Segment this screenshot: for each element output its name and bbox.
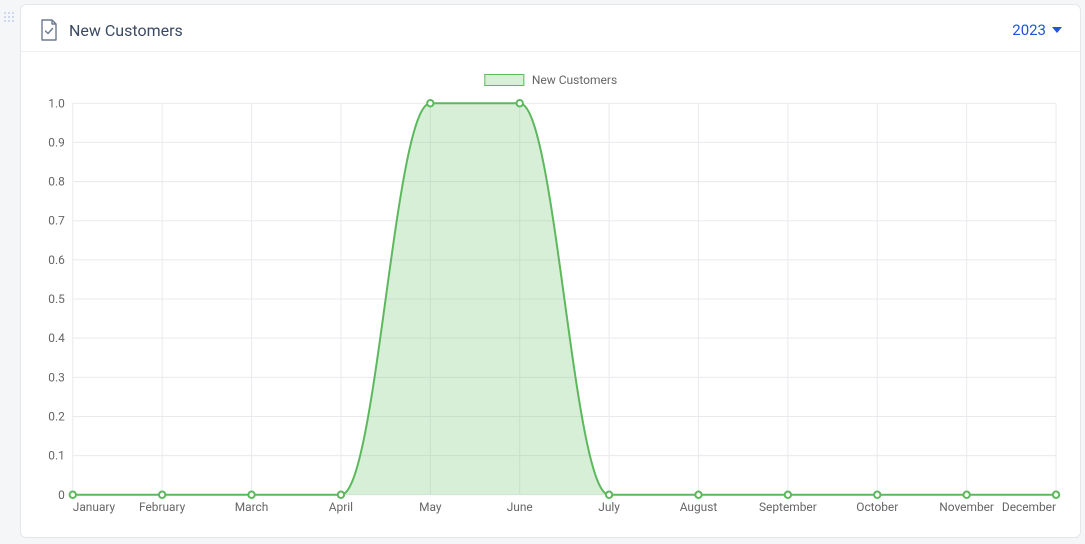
- card-title-wrap: New Customers: [39, 19, 183, 41]
- svg-text:February: February: [139, 500, 186, 514]
- chart-legend: New Customers: [484, 73, 617, 87]
- svg-text:July: July: [598, 500, 620, 514]
- svg-text:0.1: 0.1: [48, 449, 65, 463]
- svg-text:December: December: [1002, 500, 1056, 514]
- legend-swatch: [484, 74, 524, 86]
- svg-text:0.6: 0.6: [48, 253, 65, 267]
- card-title: New Customers: [69, 21, 183, 40]
- caret-down-icon: [1052, 27, 1062, 33]
- year-selector[interactable]: 2023: [1012, 21, 1062, 39]
- svg-text:January: January: [73, 500, 116, 514]
- svg-text:September: September: [759, 500, 817, 514]
- svg-text:0.4: 0.4: [48, 331, 65, 345]
- svg-text:April: April: [329, 500, 353, 514]
- svg-text:0.2: 0.2: [48, 409, 65, 423]
- svg-text:March: March: [235, 500, 269, 514]
- svg-text:October: October: [856, 500, 898, 514]
- svg-text:0.7: 0.7: [48, 214, 65, 228]
- chart-svg: 0 0.1 0.2 0.3 0.4 0.5 0.6 0.7 0.8 0.9 1.0 January Fe…: [39, 75, 1062, 519]
- svg-text:August: August: [680, 500, 718, 514]
- svg-text:May: May: [419, 500, 442, 514]
- svg-text:0: 0: [58, 488, 65, 502]
- card-header: New Customers 2023: [21, 5, 1080, 52]
- legend-label: New Customers: [532, 73, 617, 87]
- svg-text:0.5: 0.5: [48, 292, 65, 306]
- svg-text:0.8: 0.8: [48, 175, 65, 189]
- svg-text:0.9: 0.9: [48, 135, 65, 149]
- svg-text:June: June: [507, 500, 533, 514]
- drag-handle-icon[interactable]: [4, 12, 14, 22]
- svg-text:November: November: [939, 500, 994, 514]
- document-check-icon: [39, 19, 59, 41]
- new-customers-card: New Customers 2023 New Customers 0 0.1 0.2…: [20, 4, 1081, 538]
- year-label: 2023: [1012, 21, 1046, 39]
- chart-area: New Customers 00.10.20.30.40.50.60.70.80…: [39, 75, 1062, 519]
- svg-text:1.0: 1.0: [48, 96, 65, 110]
- svg-text:0.3: 0.3: [48, 370, 65, 384]
